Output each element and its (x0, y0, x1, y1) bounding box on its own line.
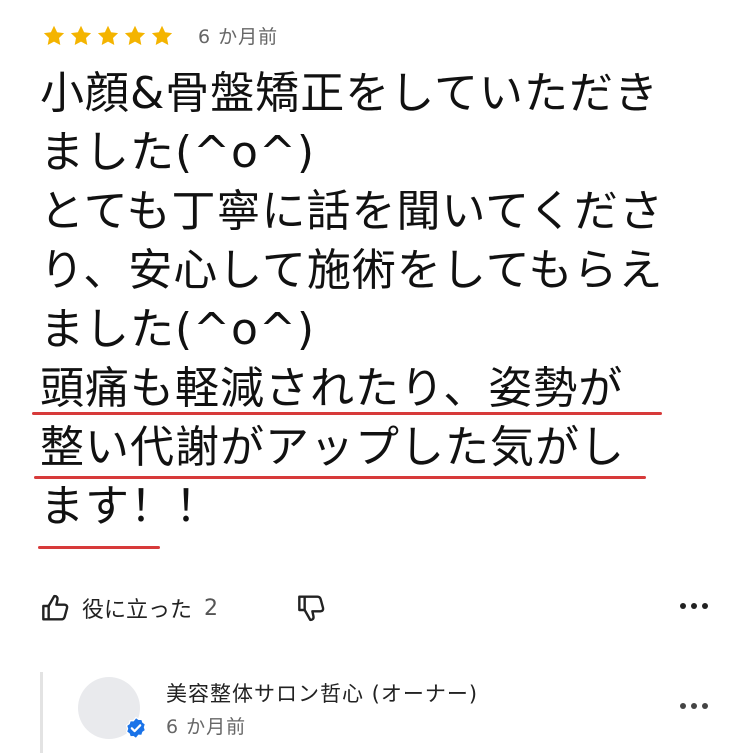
star-icon (97, 25, 119, 45)
more-horizontal-icon (680, 703, 708, 709)
more-options-button[interactable] (678, 596, 710, 615)
helpful-label: 役に立った (82, 598, 193, 623)
star-icon (124, 25, 146, 45)
review-text-line: ます！！ (40, 481, 220, 532)
star-icon (70, 25, 92, 45)
thumbs-up-icon (42, 594, 69, 621)
review-text-line: 整い代謝がアップした気がし (40, 422, 625, 473)
highlight-underline (32, 412, 662, 415)
owner-name: 美容整体サロン哲心 (オーナー) (166, 682, 479, 706)
review-text-line: ました(^o^) (40, 304, 315, 355)
rating-row: 6 か月前 (42, 22, 278, 49)
review-text: 小顔&骨盤矯正をしていただき ました(^o^) とても丁寧に話を聞いてくださ り… (40, 64, 720, 536)
more-horizontal-icon (680, 603, 708, 609)
helpful-count: 2 (204, 595, 219, 621)
review-text-line: り、安心して施術をしてもらえ (40, 245, 664, 296)
star-icon (43, 25, 65, 45)
star-icon (151, 25, 173, 45)
owner-response: 美容整体サロン哲心 (オーナー) 6 か月前 (40, 672, 710, 753)
verified-check-icon (125, 716, 147, 740)
review-text-line: ました(^o^) (40, 127, 315, 178)
thumbs-down-icon (298, 595, 325, 622)
helpful-button[interactable]: 役に立った 2 (40, 592, 218, 624)
review-text-line: 頭痛も軽減されたり、姿勢が (40, 363, 624, 414)
star-rating (42, 24, 174, 48)
highlight-underline (34, 476, 646, 479)
reply-indent-bar (40, 672, 43, 753)
review-text-line: 小顔&骨盤矯正をしていただき (40, 68, 659, 119)
owner-response-date: 6 か月前 (166, 716, 247, 738)
not-helpful-button[interactable] (296, 592, 328, 628)
review-date: 6 か月前 (198, 26, 279, 48)
review-text-line: とても丁寧に話を聞いてくださ (40, 186, 664, 237)
owner-more-options-button[interactable] (678, 696, 710, 715)
highlight-underline (38, 546, 160, 549)
review-actions: 役に立った 2 (40, 590, 710, 630)
